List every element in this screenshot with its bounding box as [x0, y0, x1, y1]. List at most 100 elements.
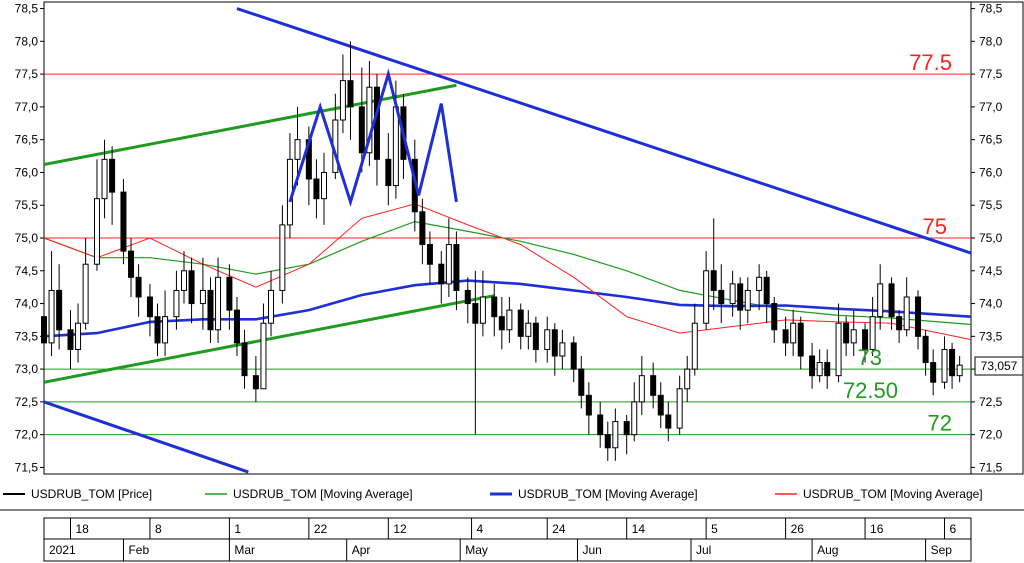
candle-body — [491, 296, 498, 318]
ytick-right-label: 78,5 — [979, 2, 1003, 16]
candle-body — [392, 106, 399, 187]
candle-body — [506, 309, 513, 331]
candle-body — [207, 289, 214, 331]
candle-body — [665, 414, 672, 429]
candle-body — [233, 309, 240, 344]
candlestick-chart: 77.5 75 73 72.50 72 71,5 71,5 72,0 72,0 72,5 72,5… — [0, 0, 1024, 563]
candle-body — [199, 289, 206, 305]
ytick-right-label: 74,0 — [979, 297, 1003, 311]
candle-body — [623, 421, 630, 436]
ytick-right-label: 75,5 — [979, 198, 1003, 212]
candle-body — [888, 283, 895, 318]
candle-body — [956, 364, 963, 377]
candle-body — [718, 289, 725, 305]
level-label-4: 72 — [928, 411, 952, 436]
candle-body — [464, 289, 471, 305]
candle-body — [809, 355, 816, 377]
candle-body — [146, 296, 153, 318]
candle-body — [631, 401, 638, 436]
day-tick-label: 22 — [314, 522, 328, 536]
candle-body — [877, 283, 884, 318]
candle-body — [525, 322, 532, 337]
candle-body — [532, 322, 539, 350]
month-tick-label: Apr — [352, 543, 371, 557]
ytick-right-label: 76,5 — [979, 133, 1003, 147]
candle-body — [544, 329, 551, 350]
candle-body — [703, 270, 710, 324]
candle-body — [188, 270, 195, 305]
candle-body — [816, 362, 823, 377]
candle-body — [570, 342, 577, 370]
candle-body — [797, 322, 804, 357]
candle-body — [824, 362, 831, 377]
candle-body — [771, 303, 778, 331]
candle-body — [585, 394, 592, 416]
candle-body — [313, 178, 320, 200]
month-tick-label: Feb — [128, 543, 149, 557]
candle-body — [128, 250, 135, 278]
day-tick-label: 6 — [950, 522, 957, 536]
candle-body — [41, 316, 47, 344]
candle-body — [252, 375, 259, 390]
legend-label-3: USDRUB_TOM [Moving Average] — [803, 487, 983, 501]
candle-body — [279, 224, 286, 291]
ytick-left-label: 78,5 — [15, 2, 39, 16]
candle-body — [339, 80, 346, 121]
candle-body — [930, 362, 937, 383]
candle-body — [358, 106, 365, 154]
candle-body — [154, 316, 161, 344]
level-label-2: 73 — [858, 345, 882, 370]
candle-body — [385, 158, 392, 187]
candle-body — [268, 289, 275, 324]
candle-body — [67, 329, 74, 350]
ytick-left-label: 77,5 — [15, 67, 39, 81]
candle-body — [453, 244, 460, 291]
candle-body — [597, 414, 604, 436]
candle-body — [650, 375, 657, 396]
candle-body — [347, 80, 354, 108]
candle-body — [294, 139, 301, 160]
month-tick-label: Sep — [931, 543, 953, 557]
day-tick-label: 18 — [75, 522, 89, 536]
ytick-right-label: 72,5 — [979, 395, 1003, 409]
ytick-right-label: 76,0 — [979, 165, 1003, 179]
candle-body — [445, 244, 452, 285]
candle-body — [949, 348, 956, 377]
candle-body — [551, 329, 558, 357]
day-tick-label: 5 — [711, 522, 718, 536]
legend-label-2: USDRUB_TOM [Moving Average] — [518, 487, 698, 501]
candle-body — [850, 329, 857, 344]
day-tick-label: 24 — [552, 522, 566, 536]
day-tick-label: 1 — [234, 522, 241, 536]
candle-body — [93, 198, 100, 265]
candle-body — [135, 276, 142, 298]
candle-body — [419, 211, 426, 246]
day-tick-label: 26 — [791, 522, 805, 536]
month-tick-label: May — [465, 543, 488, 557]
level-label-3: 72.50 — [843, 378, 898, 403]
ytick-left-label: 77,0 — [15, 100, 39, 114]
candle-body — [684, 368, 691, 390]
day-tick-label: 16 — [870, 522, 884, 536]
candle-9 — [120, 179, 127, 265]
candle-body — [101, 158, 108, 200]
ytick-right-label: 75,0 — [979, 231, 1003, 245]
day-tick-label: 4 — [477, 522, 484, 536]
candle-body — [75, 322, 82, 350]
ytick-left-label: 72,0 — [15, 428, 39, 442]
candle-body — [498, 316, 505, 331]
candle-body — [763, 276, 770, 305]
candle-body — [676, 388, 683, 429]
ytick-right-label: 71,5 — [979, 460, 1003, 474]
ytick-left-label: 71,5 — [15, 460, 39, 474]
ytick-left-label: 76,0 — [15, 165, 39, 179]
ytick-left-label: 73,0 — [15, 362, 39, 376]
ytick-right-label: 74,5 — [979, 264, 1003, 278]
ytick-left-label: 75,5 — [15, 198, 39, 212]
candle-body — [215, 276, 222, 331]
month-tick-label: Jun — [582, 543, 601, 557]
ytick-left-label: 74,0 — [15, 297, 39, 311]
candle-body — [438, 263, 445, 285]
candle-body — [517, 309, 524, 337]
candle-body — [109, 158, 116, 193]
